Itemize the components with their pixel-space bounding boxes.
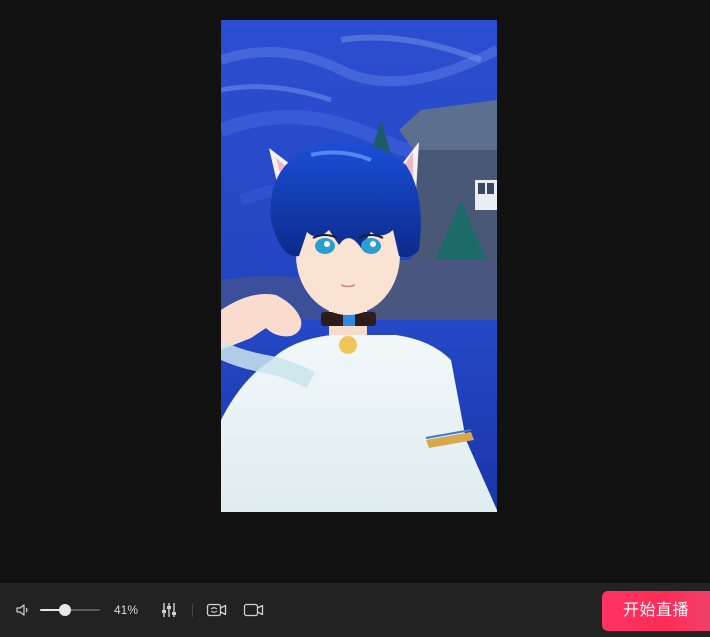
camera-icon[interactable] (243, 601, 265, 619)
sliders-icon[interactable] (160, 601, 178, 619)
volume-slider[interactable] (40, 603, 100, 617)
preview-area (0, 0, 710, 583)
volume-percent-label: 41% (114, 603, 139, 617)
toolbar-divider (192, 603, 193, 617)
camera-preview (221, 20, 497, 512)
volume-slider-thumb[interactable] (59, 604, 71, 616)
speaker-icon[interactable] (15, 602, 31, 618)
camera-switch-icon[interactable] (206, 601, 228, 619)
avatar-preview-image (221, 20, 497, 512)
start-live-button[interactable]: 开始直播 (602, 591, 710, 631)
live-studio: 41% 开始直播 (0, 0, 710, 637)
